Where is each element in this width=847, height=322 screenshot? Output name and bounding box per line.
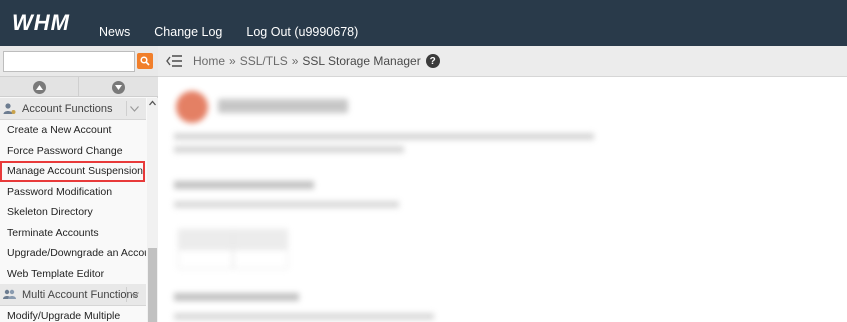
sidebar-item-manage-account-suspension[interactable]: Manage Account Suspension — [0, 161, 145, 182]
scroll-up-button[interactable] — [0, 77, 79, 97]
sidebar-item-web-template-editor[interactable]: Web Template Editor — [0, 264, 146, 285]
top-header: WHM News Change Log Log Out (u9990678) — [0, 0, 847, 46]
scroll-up-arrow-icon[interactable] — [149, 100, 156, 107]
sidebar-search — [0, 46, 158, 77]
svg-text:WHM: WHM — [12, 10, 70, 35]
breadcrumb: Home » SSL/TLS » SSL Storage Manager ? — [193, 54, 440, 68]
top-nav: News Change Log Log Out (u9990678) — [99, 24, 382, 40]
help-icon[interactable]: ? — [425, 54, 440, 68]
breadcrumb-bar: Home » SSL/TLS » SSL Storage Manager ? — [158, 46, 847, 77]
users-icon — [3, 289, 16, 299]
sidebar-item-modify-upgrade-multiple[interactable]: Modify/Upgrade Multiple — [0, 306, 146, 322]
search-icon — [140, 56, 150, 66]
sidebar-item-terminate-accounts[interactable]: Terminate Accounts — [0, 223, 146, 244]
collapse-sidebar-icon[interactable] — [166, 54, 182, 68]
news-link[interactable]: News — [99, 24, 130, 40]
search-input[interactable] — [3, 51, 135, 72]
change-log-link[interactable]: Change Log — [154, 24, 222, 40]
sidebar-item-force-password-change[interactable]: Force Password Change — [0, 141, 146, 162]
chevron-down-icon — [112, 80, 125, 94]
user-gear-icon — [3, 103, 16, 114]
group-label: Account Functions — [22, 103, 113, 115]
search-button[interactable] — [137, 53, 153, 69]
blurred-section-text — [174, 201, 399, 208]
table-cell — [233, 249, 288, 269]
breadcrumb-home[interactable]: Home — [193, 54, 225, 68]
logout-link[interactable]: Log Out (u9990678) — [246, 24, 358, 40]
table-header-cell — [233, 229, 288, 249]
sidebar-item-upgrade-downgrade[interactable]: Upgrade/Downgrade an Account — [0, 243, 146, 264]
sidebar-scroll-controls — [0, 77, 158, 97]
sidebar: Account Functions Create a New Account F… — [0, 77, 158, 322]
breadcrumb-ssl-tls[interactable]: SSL/TLS — [240, 54, 288, 68]
table-cell — [178, 249, 233, 269]
blurred-description — [174, 133, 604, 153]
group-label: Multi Account Functions — [22, 289, 139, 301]
sidebar-item-password-modification[interactable]: Password Modification — [0, 182, 146, 203]
breadcrumb-current: SSL Storage Manager — [302, 54, 421, 68]
group-account-functions[interactable]: Account Functions — [0, 98, 146, 120]
blurred-title-bar — [218, 99, 348, 113]
blurred-section-heading — [174, 181, 314, 189]
blurred-table — [178, 229, 288, 269]
whm-logo[interactable]: WHM — [11, 9, 85, 35]
main-content-blurred — [158, 77, 847, 322]
collapse-group-button[interactable] — [126, 287, 141, 302]
collapse-group-button[interactable] — [126, 101, 141, 116]
breadcrumb-separator: » — [291, 54, 299, 68]
group-multi-account-functions[interactable]: Multi Account Functions — [0, 284, 146, 306]
blurred-section-heading — [174, 293, 299, 301]
sidebar-nav-list: Account Functions Create a New Account F… — [0, 98, 146, 322]
table-header-cell — [178, 229, 233, 249]
page-logo-icon — [176, 91, 208, 123]
chevron-down-icon — [129, 105, 139, 112]
sidebar-item-skeleton-directory[interactable]: Skeleton Directory — [0, 202, 146, 223]
scroll-down-button[interactable] — [79, 77, 158, 97]
chevron-down-icon — [129, 291, 139, 298]
sidebar-item-create-account[interactable]: Create a New Account — [0, 120, 146, 141]
breadcrumb-separator: » — [229, 54, 236, 68]
blurred-section-text — [174, 313, 434, 320]
sidebar-scrollbar[interactable] — [147, 98, 158, 322]
chevron-up-icon — [32, 80, 46, 94]
scrollbar-thumb[interactable] — [148, 248, 157, 322]
